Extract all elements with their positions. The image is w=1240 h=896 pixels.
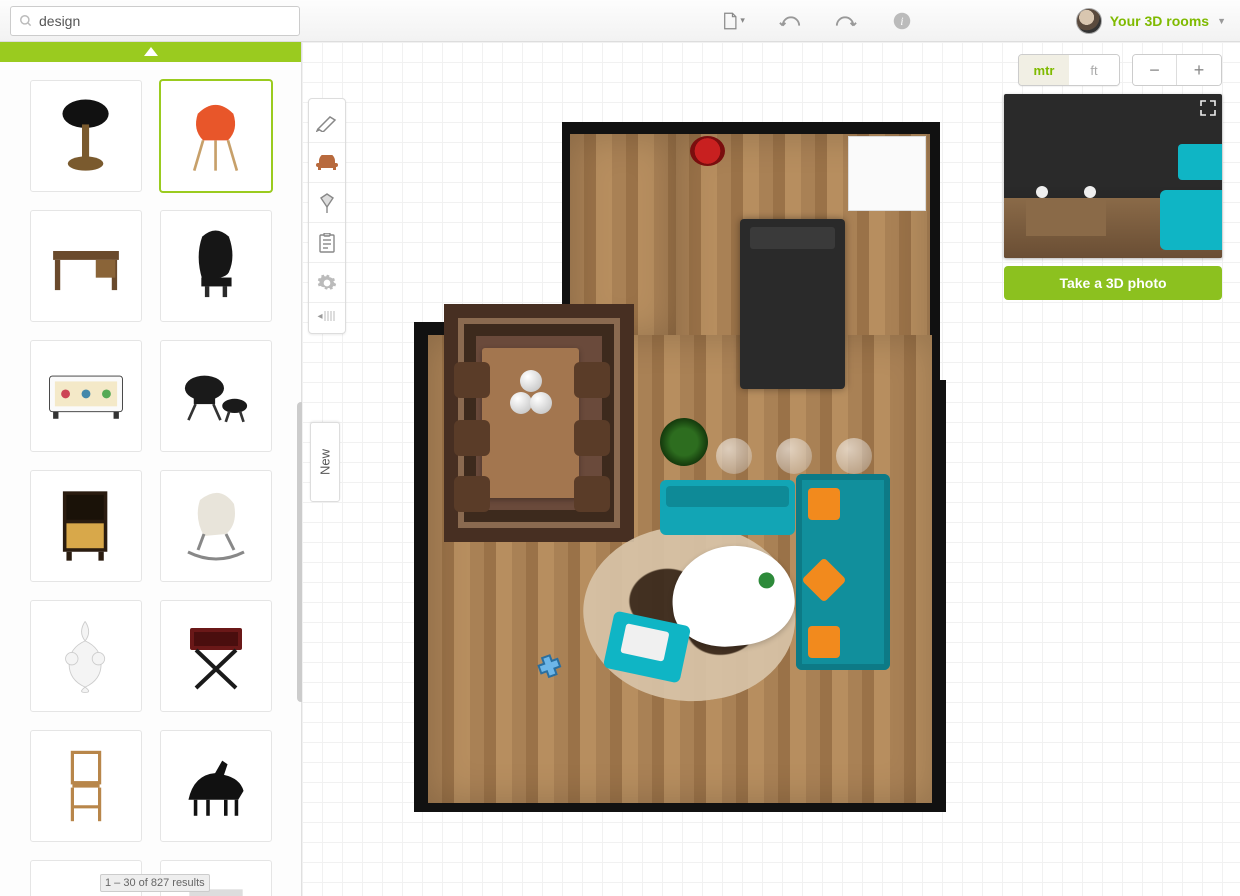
object-counter[interactable] <box>848 136 926 211</box>
user-menu[interactable]: Your 3D rooms ▼ <box>1076 8 1226 34</box>
catalog-item-wooden-highchair[interactable] <box>30 730 142 842</box>
search-icon <box>19 14 33 28</box>
catalog-item-lounge-chair-ottoman[interactable] <box>160 340 272 452</box>
search-box[interactable] <box>10 6 300 36</box>
chevron-up-icon <box>144 47 158 57</box>
expand-icon[interactable] <box>1200 100 1216 116</box>
unit-imperial-button[interactable]: ft <box>1069 55 1119 85</box>
take-3d-photo-button[interactable]: Take a 3D photo <box>1004 266 1222 300</box>
catalog-item-decorated-sideboard[interactable] <box>30 340 142 452</box>
unit-metric-button[interactable]: mtr <box>1019 55 1069 85</box>
catalog-scroll[interactable]: 1 – 30 of 827 results <box>0 62 301 896</box>
furniture-tool[interactable] <box>309 143 345 183</box>
object-bar-stool[interactable] <box>716 438 752 474</box>
object-dining-chair[interactable] <box>454 362 490 398</box>
new-room-tab[interactable]: New <box>310 422 340 502</box>
catalog-item-table-lamp[interactable] <box>30 80 142 192</box>
settings-tool[interactable] <box>309 263 345 303</box>
zoom-in-button[interactable]: + <box>1177 55 1221 85</box>
placement-cursor-icon <box>532 654 568 682</box>
results-count: 1 – 30 of 827 results <box>100 874 210 892</box>
catalog-item-orange-shell-chair[interactable] <box>160 80 272 192</box>
sidebar-collapse-button[interactable] <box>0 42 301 62</box>
palette-collapse-button[interactable]: ◂ <box>309 303 345 329</box>
object-bar-stool[interactable] <box>836 438 872 474</box>
object-stool-red[interactable] <box>690 136 725 166</box>
zoom-controls: − + <box>1132 54 1222 86</box>
tool-palette: ◂ <box>308 98 346 334</box>
catalog-item-writing-desk[interactable] <box>30 210 142 322</box>
object-sofa-small[interactable] <box>660 480 795 535</box>
catalog-item-rocking-chair[interactable] <box>160 470 272 582</box>
unit-toggle: mtr ft <box>1018 54 1120 86</box>
catalog-item-folding-side-table[interactable] <box>160 600 272 712</box>
catalog-item-white-vase[interactable] <box>30 600 142 712</box>
notes-tool[interactable] <box>309 223 345 263</box>
object-plant[interactable] <box>660 418 708 466</box>
floorplan[interactable] <box>410 122 950 817</box>
object-bar-stool[interactable] <box>776 438 812 474</box>
catalog-item-black-armchair[interactable] <box>160 210 272 322</box>
undo-button[interactable] <box>779 10 801 32</box>
redo-button[interactable] <box>835 10 857 32</box>
info-button[interactable]: i <box>891 10 913 32</box>
floorplan-canvas[interactable]: ◂ New <box>302 42 1240 896</box>
preview-3d[interactable] <box>1004 94 1222 258</box>
catalog-item-horse-lamp[interactable] <box>160 730 272 842</box>
object-dining-chair[interactable] <box>454 420 490 456</box>
object-pillow[interactable] <box>808 488 840 520</box>
toolbar-center: ▾ i <box>463 10 913 32</box>
catalog-item-wooden-cabinet[interactable] <box>30 470 142 582</box>
user-menu-label: Your 3D rooms <box>1110 13 1209 29</box>
new-document-button[interactable]: ▾ <box>723 10 745 32</box>
zoom-out-button[interactable]: − <box>1133 55 1177 85</box>
object-dining-chair[interactable] <box>574 476 610 512</box>
object-pillow[interactable] <box>808 626 840 658</box>
draw-walls-tool[interactable] <box>309 103 345 143</box>
paint-tool[interactable] <box>309 183 345 223</box>
catalog-sidebar: 1 – 30 of 827 results <box>0 42 302 896</box>
top-toolbar: ▾ i Your 3D rooms ▼ <box>0 0 1240 42</box>
object-centerpiece[interactable] <box>510 370 552 430</box>
chevron-down-icon: ▼ <box>1217 16 1226 26</box>
search-input[interactable] <box>39 13 291 29</box>
avatar <box>1076 8 1102 34</box>
object-dining-chair[interactable] <box>574 362 610 398</box>
object-dining-chair[interactable] <box>454 476 490 512</box>
object-kitchen-island[interactable] <box>740 219 845 389</box>
svg-text:i: i <box>900 15 903 27</box>
object-dining-chair[interactable] <box>574 420 610 456</box>
